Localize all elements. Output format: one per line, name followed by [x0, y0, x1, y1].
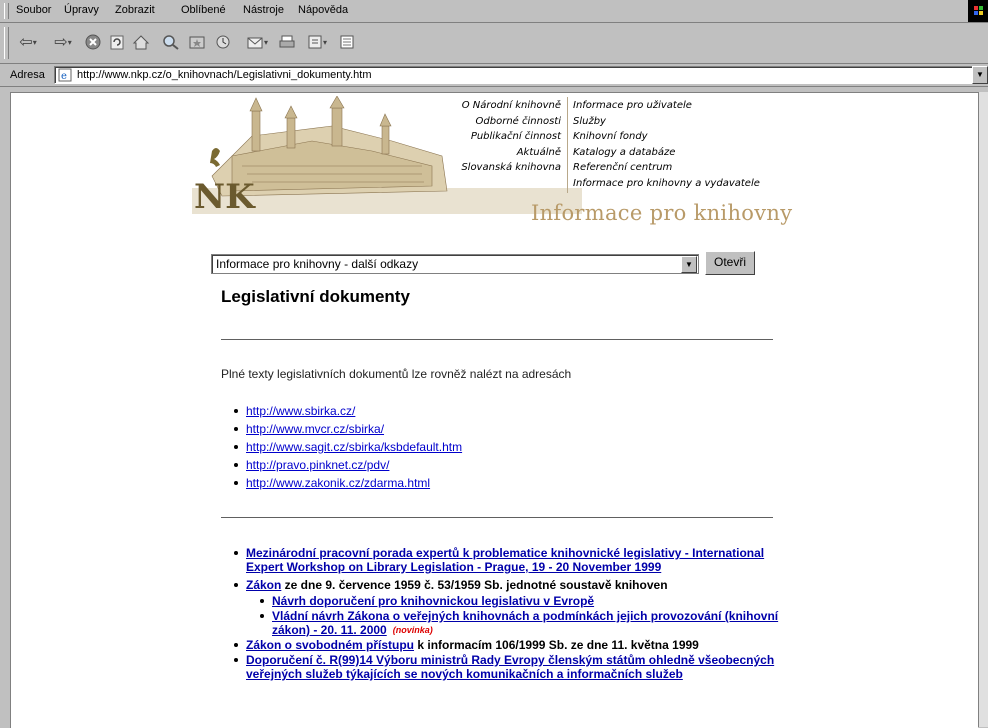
nav-left: O Národní knihovně Odborné činnosti Publ… [385, 98, 561, 176]
nav-item-o-narodni-knihovne[interactable]: O Národní knihovně [385, 98, 561, 114]
edit-icon[interactable]: ▾ [302, 29, 332, 55]
menu-bar: Soubor Úpravy Zobrazit Oblíbené Nástroje… [0, 0, 988, 23]
home-icon[interactable] [130, 29, 152, 55]
list-item: Vládní návrh Zákona o veřejných knihovná… [260, 609, 786, 637]
list-item: Zákon ze dne 9. července 1959 č. 53/1959… [234, 578, 786, 637]
back-arrow-icon[interactable]: ⇦ ▾ [14, 29, 42, 55]
list-item: http://www.mvcr.cz/sbirka/ [233, 420, 462, 438]
nav-right: Informace pro uživatele Služby Knihovní … [573, 98, 793, 191]
address-bar: Adresa e http://www.nkp.cz/o_knihovnach/… [0, 64, 988, 87]
list-item: http://www.sagit.cz/sbirka/ksbdefault.ht… [233, 438, 462, 456]
nav-item-katalogy-a-databaze[interactable]: Katalogy a databáze [573, 145, 793, 161]
nk-logo-text: NK [194, 177, 256, 216]
page-content: NK O Národní knihovně Odborné činnosti P… [10, 92, 978, 728]
chevron-down-icon[interactable]: ▼ [681, 256, 697, 273]
address-input[interactable]: e http://www.nkp.cz/o_knihovnach/Legisla… [54, 66, 976, 84]
link-mvcr[interactable]: http://www.mvcr.cz/sbirka/ [246, 422, 384, 436]
zakon-pristup-text: k informacím 106/1999 Sb. ze dne 11. kvě… [414, 638, 699, 652]
menu-upravy[interactable]: Úpravy [64, 4, 99, 16]
address-dropdown-button[interactable]: ▼ [972, 66, 988, 84]
ie-page-icon: e [58, 68, 72, 82]
address-url: http://www.nkp.cz/o_knihovnach/Legislati… [77, 69, 372, 81]
sub-list: Návrh doporučení pro knihovnickou legisl… [260, 594, 786, 637]
list-item: Mezinárodní pracovní porada expertů k pr… [234, 546, 786, 574]
list-item: Zákon o svobodném přístupu k informacím … [234, 638, 786, 652]
history-icon[interactable] [212, 29, 234, 55]
divider-bottom [221, 517, 773, 518]
link-workshop[interactable]: Mezinárodní pracovní porada expertů k pr… [246, 546, 764, 574]
menu-soubor[interactable]: Soubor [16, 4, 51, 16]
links-select-value: Informace pro knihovny - další odkazy [216, 257, 419, 271]
vertical-scrollbar[interactable] [978, 92, 988, 727]
nav-item-referencni-centrum[interactable]: Referenční centrum [573, 160, 793, 176]
nav-item-publikacni-cinnost[interactable]: Publikační činnost [385, 129, 561, 145]
link-zakon-pristup[interactable]: Zákon o svobodném přístupu [246, 638, 414, 652]
menu-nastroje[interactable]: Nástroje [243, 4, 284, 16]
link-zakon-1959[interactable]: Zákon [246, 578, 281, 592]
menu-oblibene[interactable]: Oblíbené [181, 4, 226, 16]
open-button[interactable]: Otevři [705, 251, 755, 275]
nav-item-informace-pro-uzivatele[interactable]: Informace pro uživatele [573, 98, 793, 114]
links-select[interactable]: Informace pro knihovny - další odkazy ▼ [211, 254, 699, 274]
toolbar: ⇦ ▾ ⇨ ▾ ▾ ▾ [0, 23, 988, 64]
search-icon[interactable] [160, 29, 182, 55]
discuss-icon[interactable] [336, 29, 358, 55]
nav-item-slovanska-knihovna[interactable]: Slovanská knihovna [385, 160, 561, 176]
link-doporuceni-r99[interactable]: Doporučení č. R(99)14 Výboru ministrů Ra… [246, 653, 774, 681]
nav-divider [567, 97, 568, 193]
link-sagit[interactable]: http://www.sagit.cz/sbirka/ksbdefault.ht… [246, 440, 462, 454]
address-label: Adresa [10, 69, 45, 81]
nav-item-aktualne[interactable]: Aktuálně [385, 145, 561, 161]
link-zakonik[interactable]: http://www.zakonik.cz/zdarma.html [246, 476, 430, 490]
link-sbirka[interactable]: http://www.sbirka.cz/ [246, 404, 355, 418]
refresh-icon[interactable] [106, 29, 128, 55]
document-list: Mezinárodní pracovní porada expertů k pr… [234, 546, 786, 682]
page-title: Legislativní dokumenty [221, 287, 410, 306]
link-pinknet[interactable]: http://pravo.pinknet.cz/pdv/ [246, 458, 389, 472]
nav-item-odborne-cinnosti[interactable]: Odborné činnosti [385, 114, 561, 130]
intro-text: Plné texty legislativních dokumentů lze … [221, 367, 572, 381]
list-item: Doporučení č. R(99)14 Výboru ministrů Ra… [234, 653, 786, 681]
stop-icon[interactable] [82, 29, 104, 55]
nav-item-sluzby[interactable]: Služby [573, 114, 793, 130]
forward-arrow-icon[interactable]: ⇨ ▾ [48, 29, 78, 55]
link-vladni-navrh[interactable]: Vládní návrh Zákona o veřejných knihovná… [272, 609, 778, 637]
new-badge: (novinka) [392, 625, 433, 635]
divider-top [221, 339, 773, 340]
nav-item-informace-pro-knihovny[interactable]: Informace pro knihovny a vydavatele [573, 176, 793, 192]
favorites-icon[interactable] [186, 29, 208, 55]
address-link-list: http://www.sbirka.cz/ http://www.mvcr.cz… [233, 402, 462, 492]
list-item: http://www.sbirka.cz/ [233, 402, 462, 420]
mail-icon[interactable]: ▾ [242, 29, 272, 55]
section-title: Informace pro knihovny [531, 201, 793, 225]
print-icon[interactable] [276, 29, 298, 55]
menu-grip [4, 3, 9, 19]
link-navrh-doporuceni[interactable]: Návrh doporučení pro knihovnickou legisl… [272, 594, 594, 608]
list-item: http://www.zakonik.cz/zdarma.html [233, 474, 462, 492]
nav-item-knihovni-fondy[interactable]: Knihovní fondy [573, 129, 793, 145]
list-item: http://pravo.pinknet.cz/pdv/ [233, 456, 462, 474]
windows-logo-icon [968, 0, 988, 22]
zakon-1959-text: ze dne 9. července 1959 č. 53/1959 Sb. j… [281, 578, 668, 592]
menu-zobrazit[interactable]: Zobrazit [115, 4, 155, 16]
svg-text:e: e [61, 71, 67, 82]
list-item: Návrh doporučení pro knihovnickou legisl… [260, 594, 786, 608]
menu-napoveda[interactable]: Nápověda [298, 4, 348, 16]
toolbar-grip [4, 27, 9, 59]
